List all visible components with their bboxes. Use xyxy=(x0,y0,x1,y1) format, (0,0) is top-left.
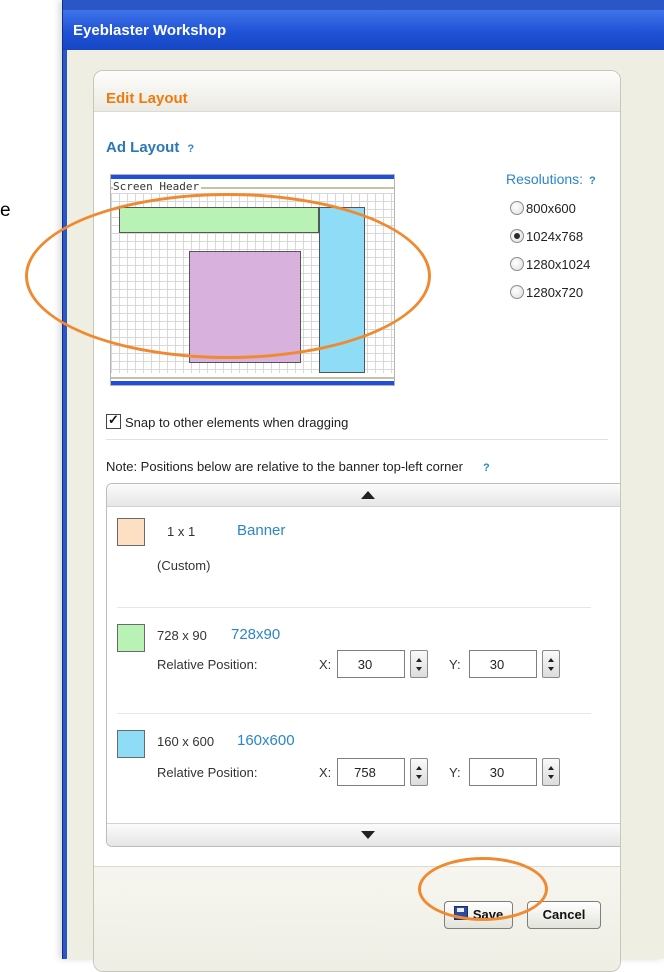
positions-note: Note: Positions below are relative to th… xyxy=(106,459,490,474)
preview-160x600-block[interactable] xyxy=(319,207,365,373)
arrow-up-icon xyxy=(360,491,375,499)
160x600-name-link[interactable]: 160x600 xyxy=(237,732,295,749)
snap-label: Snap to other elements when dragging xyxy=(125,415,349,430)
728x90-x-spinner[interactable] xyxy=(410,650,428,678)
floppy-disk-icon xyxy=(453,906,468,920)
resolution-option-800x600[interactable]: 800x600 xyxy=(510,201,576,216)
preview-banner-block[interactable] xyxy=(189,251,301,363)
spin-down-icon[interactable] xyxy=(548,667,554,671)
panel-title: Edit Layout xyxy=(106,90,188,107)
y-label: Y: xyxy=(449,765,461,780)
resolution-label: 1280x1024 xyxy=(526,257,591,272)
save-button[interactable]: Save xyxy=(444,901,513,929)
preview-728x90-block[interactable] xyxy=(119,207,319,233)
banner-color-swatch xyxy=(117,518,145,546)
160x600-size: 160 x 600 xyxy=(157,734,215,749)
resolution-option-1280x1024[interactable]: 1280x1024 xyxy=(510,257,590,272)
note-help-icon[interactable]: ? xyxy=(483,462,490,474)
radio-icon[interactable] xyxy=(510,201,524,215)
728x90-size: 728 x 90 xyxy=(157,628,207,643)
scroll-up-button[interactable] xyxy=(107,484,620,507)
x-label: X: xyxy=(319,765,332,780)
note-text: Note: Positions below are relative to th… xyxy=(106,459,463,474)
window-title: Eyeblaster Workshop xyxy=(73,22,227,39)
snap-checkbox-row[interactable]: Snap to other elements when dragging xyxy=(106,412,349,430)
728x90-y-spinner[interactable] xyxy=(542,650,560,678)
banner-size: 1 x 1 xyxy=(167,524,196,539)
ad-layout-label: Ad Layout xyxy=(106,139,180,156)
stray-text: e xyxy=(0,200,11,221)
cancel-label: Cancel xyxy=(542,907,586,922)
checkbox-checked-icon[interactable] xyxy=(106,412,121,429)
ad-layout-help-icon[interactable]: ? xyxy=(187,143,194,155)
160x600-y-input[interactable]: 30 xyxy=(469,758,537,786)
160x600-position-label: Relative Position: xyxy=(157,765,258,780)
resolution-label: 800x600 xyxy=(526,201,576,216)
layout-preview: Screen Header xyxy=(110,174,395,386)
160x600-x-spinner[interactable] xyxy=(410,758,428,786)
banner-custom-label: (Custom) xyxy=(157,558,211,573)
window-client-area: Edit Layout Ad Layout? Screen Header Res… xyxy=(67,50,664,972)
title-bar[interactable]: Eyeblaster Workshop xyxy=(63,10,664,50)
save-label: Save xyxy=(472,907,504,922)
spin-down-icon[interactable] xyxy=(548,775,554,779)
resolutions-help-icon[interactable]: ? xyxy=(589,175,596,187)
radio-icon[interactable] xyxy=(510,257,524,271)
resolution-option-1280x720[interactable]: 1280x720 xyxy=(510,285,583,300)
divider xyxy=(106,439,608,440)
ad-items-list: 1 x 1 Banner (Custom) 728 x 90 728x90 Re… xyxy=(106,483,620,847)
row-divider xyxy=(117,607,591,608)
screen-header-label: Screen Header xyxy=(113,180,202,193)
spin-up-icon[interactable] xyxy=(548,658,554,662)
spin-up-icon[interactable] xyxy=(416,658,422,662)
resolution-label: 1280x720 xyxy=(526,285,584,300)
panel-footer: Save Cancel xyxy=(94,866,620,971)
edit-layout-panel: Edit Layout Ad Layout? Screen Header Res… xyxy=(93,70,621,972)
x-label: X: xyxy=(319,657,332,672)
resolution-option-1024x768[interactable]: 1024x768 xyxy=(510,229,583,244)
160x600-color-swatch xyxy=(117,730,145,758)
y-label: Y: xyxy=(449,657,461,672)
728x90-y-input[interactable]: 30 xyxy=(469,650,537,678)
spin-down-icon[interactable] xyxy=(416,667,422,671)
radio-icon[interactable] xyxy=(510,285,524,299)
160x600-x-input[interactable]: 758 xyxy=(337,758,405,786)
spin-up-icon[interactable] xyxy=(548,766,554,770)
row-divider xyxy=(117,713,591,714)
728x90-position-label: Relative Position: xyxy=(157,657,258,672)
ad-layout-heading: Ad Layout? xyxy=(106,139,194,156)
resolutions-heading: Resolutions:? xyxy=(506,171,596,187)
728x90-color-swatch xyxy=(117,624,145,652)
app-window: Eyeblaster Workshop Edit Layout Ad Layou… xyxy=(62,0,664,972)
spin-up-icon[interactable] xyxy=(416,766,422,770)
banner-name-link[interactable]: Banner xyxy=(237,522,285,539)
preview-top-bar xyxy=(111,175,394,179)
728x90-x-input[interactable]: 30 xyxy=(337,650,405,678)
preview-bottom-bar xyxy=(111,381,394,385)
scroll-down-button[interactable] xyxy=(107,823,620,846)
cancel-button[interactable]: Cancel xyxy=(527,901,601,929)
preview-footer-line xyxy=(111,377,394,379)
spin-down-icon[interactable] xyxy=(416,775,422,779)
arrow-down-icon xyxy=(360,831,375,839)
resolution-label: 1024x768 xyxy=(526,229,584,244)
resolutions-label: Resolutions: xyxy=(506,171,584,187)
160x600-y-spinner[interactable] xyxy=(542,758,560,786)
728x90-name-link[interactable]: 728x90 xyxy=(231,626,280,643)
radio-selected-icon[interactable] xyxy=(510,229,524,243)
